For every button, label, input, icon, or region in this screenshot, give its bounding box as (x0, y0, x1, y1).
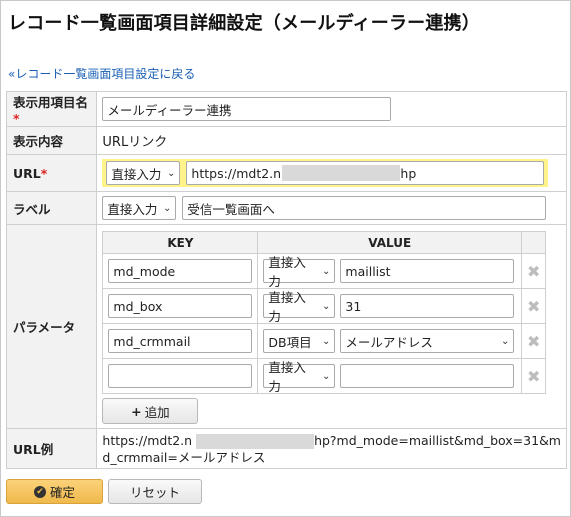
param-mode-value: DB項目 (268, 334, 312, 350)
params-table: KEY VALUE 直接入力 ⌄ (102, 231, 547, 394)
label-input[interactable] (182, 196, 547, 220)
delete-row-icon[interactable]: ✖ (520, 288, 547, 324)
label-cell: 直接入力 ⌄ (96, 191, 567, 225)
url-example-header: URL例 (5, 428, 98, 469)
back-to-settings-link[interactable]: «レコード一覧画面項目設定に戻る (8, 65, 195, 82)
url-value-suffix: hp (400, 165, 417, 181)
display-name-header: 表示用項目名* (5, 91, 98, 127)
param-value-input[interactable] (340, 364, 515, 388)
url-header: URL* (5, 154, 98, 192)
add-param-button[interactable]: + 追加 (102, 398, 199, 424)
chevron-down-icon: ⌄ (322, 300, 331, 312)
display-name-label: 表示用項目名 (13, 95, 89, 110)
key-column-header: KEY (102, 231, 259, 254)
param-mode-value: 直接入力 (268, 255, 306, 289)
param-value-selected: メールアドレス (345, 334, 433, 350)
params-header: パラメータ (5, 224, 98, 429)
display-name-input[interactable] (102, 97, 392, 121)
required-mark: * (40, 165, 48, 181)
url-mode-select[interactable]: 直接入力 ⌄ (106, 161, 181, 185)
display-name-row: 表示用項目名* (5, 91, 567, 127)
url-mode-value: 直接入力 (111, 166, 162, 182)
label-mode-value: 直接入力 (107, 201, 158, 217)
content-value: URLリンク (96, 126, 567, 155)
chevron-down-icon: ⌄ (322, 265, 331, 277)
url-row: URL* 直接入力 ⌄ https://mdt2.n hp (5, 154, 567, 192)
url-input[interactable]: https://mdt2.n hp (186, 161, 545, 185)
redaction-mask (196, 433, 315, 449)
chevron-down-icon: ⌄ (167, 167, 176, 179)
label-mode-select[interactable]: 直接入力 ⌄ (102, 196, 177, 220)
params-table-header: KEY VALUE (102, 231, 547, 254)
url-label: URL (13, 165, 41, 181)
confirm-label: 確定 (49, 485, 75, 500)
page-title: レコード一覧画面項目詳細設定（メールディーラー連携） (8, 13, 480, 34)
url-example-cell: https://mdt2.n hp?md_mode=maillist&md_bo… (96, 428, 567, 469)
settings-table: 表示用項目名* 表示内容 URLリンク URL* 直接入力 (5, 91, 567, 469)
url-value-prefix: https://mdt2.n (191, 165, 282, 181)
params-row: パラメータ KEY VALUE 直接入力 (5, 224, 567, 429)
url-example-line-1: https://mdt2.n hp?md_mode=maillist&md_bo… (102, 432, 561, 449)
chevron-down-icon: ⌄ (163, 202, 172, 214)
param-value-input[interactable] (340, 294, 515, 318)
confirm-button[interactable]: ✔ 確定 (6, 479, 103, 504)
delete-row-icon[interactable]: ✖ (520, 253, 547, 289)
content-row: 表示内容 URLリンク (5, 126, 567, 155)
display-name-cell (96, 91, 567, 127)
label-controls: 直接入力 ⌄ (102, 196, 561, 220)
param-row: DB項目 ⌄ メールアドレス ⌄ ✖ (102, 323, 547, 359)
delete-column-header (520, 231, 547, 254)
chevron-down-icon: ⌄ (501, 335, 510, 347)
url-cell: 直接入力 ⌄ https://mdt2.n hp (96, 154, 567, 192)
url-example-suffix: hp?md_mode=maillist&md_box=31&m (314, 432, 561, 448)
param-mode-select[interactable]: DB項目 ⌄ (263, 329, 336, 353)
label-row: ラベル 直接入力 ⌄ (5, 191, 567, 225)
param-mode-select[interactable]: 直接入力 ⌄ (263, 255, 336, 289)
url-example-line-2: d_crmmail=メールアドレス (102, 449, 266, 465)
url-example-row: URL例 https://mdt2.n hp?md_mode=maillist&… (5, 428, 567, 469)
page-frame: レコード一覧画面項目詳細設定（メールディーラー連携） «レコード一覧画面項目設定… (0, 0, 571, 517)
check-circle-icon: ✔ (33, 485, 46, 498)
plus-icon: + (131, 403, 142, 419)
param-row: 直接入力 ⌄ ✖ (102, 288, 547, 324)
param-key-input[interactable] (108, 364, 253, 388)
param-mode-value: 直接入力 (268, 360, 306, 394)
required-mark: * (13, 111, 20, 126)
reset-button[interactable]: リセット (108, 479, 202, 504)
param-row: 直接入力 ⌄ ✖ (102, 358, 547, 394)
param-key-input[interactable] (108, 294, 253, 318)
param-key-input[interactable] (108, 329, 253, 353)
value-column-header: VALUE (257, 231, 522, 254)
param-key-input[interactable] (108, 259, 253, 283)
label-header: ラベル (5, 191, 98, 225)
redaction-mask (282, 165, 401, 181)
chevron-down-icon: ⌄ (322, 370, 331, 382)
param-mode-select[interactable]: 直接入力 ⌄ (263, 290, 336, 324)
param-mode-value: 直接入力 (268, 290, 306, 324)
params-cell: KEY VALUE 直接入力 ⌄ (96, 224, 567, 429)
param-value-input[interactable] (340, 259, 515, 283)
chevron-down-icon: ⌄ (322, 335, 331, 347)
param-value-select[interactable]: メールアドレス ⌄ (340, 329, 515, 353)
add-param-label: 追加 (144, 404, 170, 420)
param-row: 直接入力 ⌄ ✖ (102, 253, 547, 289)
delete-row-icon[interactable]: ✖ (520, 358, 547, 394)
content-header: 表示内容 (5, 126, 98, 155)
delete-row-icon[interactable]: ✖ (520, 323, 547, 359)
url-highlight: 直接入力 ⌄ https://mdt2.n hp (102, 159, 549, 187)
url-example-prefix: https://mdt2.n (102, 432, 193, 448)
param-mode-select[interactable]: 直接入力 ⌄ (263, 360, 336, 394)
